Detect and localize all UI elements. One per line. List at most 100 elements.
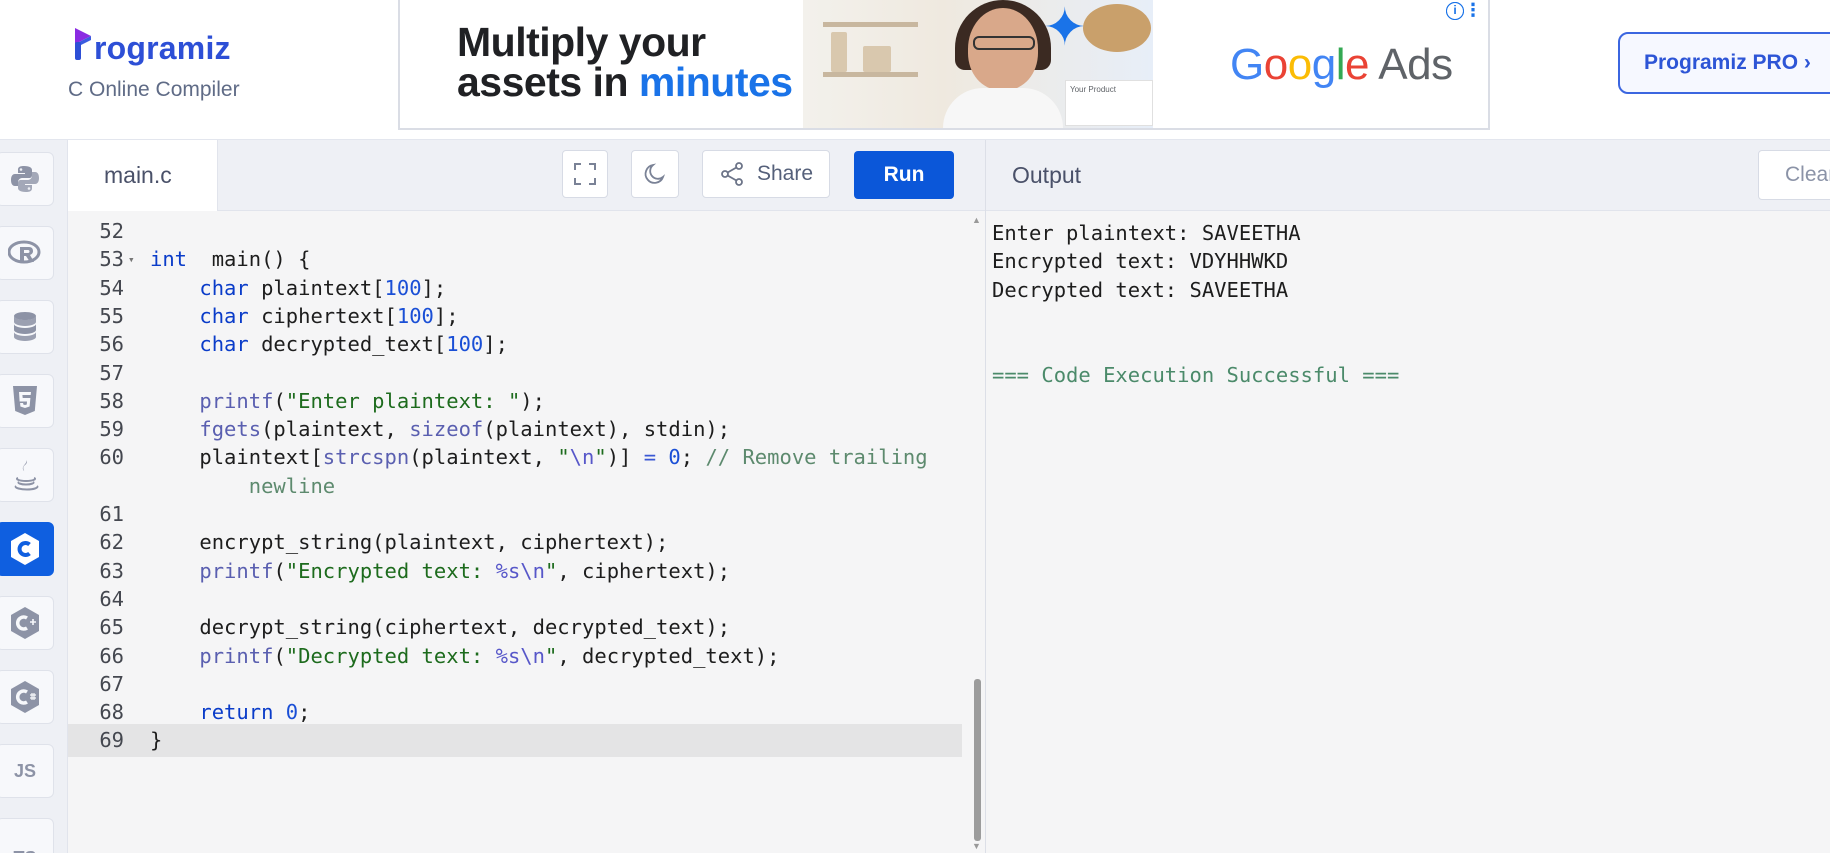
shelf <box>823 22 918 27</box>
ad-headline: Multiply your assets in minutes <box>457 19 793 105</box>
google-wordmark: Google <box>1230 40 1369 89</box>
code-token: main() { <box>187 247 311 272</box>
ad-menu-icon[interactable]: ⋮ <box>1464 1 1482 19</box>
ad-headline-prefix: assets in <box>457 59 639 105</box>
ad-headline-line2: assets in minutes <box>457 59 793 105</box>
code-token: ]; <box>433 303 459 328</box>
r-icon[interactable] <box>0 226 54 280</box>
code-token: char <box>199 332 249 357</box>
run-button[interactable]: Run <box>854 151 954 199</box>
ads-wordmark: Ads <box>1378 40 1453 89</box>
java-icon[interactable] <box>0 448 54 502</box>
code-line[interactable]: 69} <box>68 724 962 758</box>
output-panel: Enter plaintext: SAVEETHA Encrypted text:… <box>986 211 1830 853</box>
language-sidebar: JS TS <box>0 140 68 853</box>
code-token: \n <box>569 445 595 470</box>
logo-mark-icon <box>75 28 91 60</box>
code-token: encrypt_string(plaintext, ciphertext); <box>150 530 669 555</box>
ad-photo: ✦ Your Product <box>803 0 1153 128</box>
code-token: decrypted_text[ <box>248 332 447 357</box>
ad-info-glyph: i <box>1446 2 1464 20</box>
scroll-down-arrow-icon[interactable]: ▼ <box>972 841 981 851</box>
code-token: " <box>557 445 570 470</box>
code-token: )] <box>606 445 644 470</box>
dark-mode-button[interactable] <box>631 150 679 198</box>
code-token: " <box>544 643 558 668</box>
product-card-label: Your Product <box>1070 85 1116 94</box>
code-token: = <box>643 445 657 470</box>
code-token: decrypt_string(ciphertext, decrypted_tex… <box>150 615 731 640</box>
code-token: // Remove trailing <box>705 445 928 470</box>
code-token: } <box>150 728 163 753</box>
code-token: char <box>199 303 249 328</box>
line-number: 69 <box>99 728 124 753</box>
code-editor[interactable]: 52 53 ▾ int main() {54 char plaintext[100];… <box>68 211 986 853</box>
glasses <box>973 36 1035 50</box>
scroll-up-arrow-icon[interactable]: ▲ <box>972 215 981 225</box>
code-token: , ciphertext); <box>557 558 731 583</box>
c-icon[interactable] <box>0 522 54 576</box>
hat-image <box>1083 4 1151 52</box>
code-token: 100 <box>396 303 434 328</box>
ad-headline-line1: Multiply your <box>457 19 706 65</box>
code-token: ]; <box>421 275 447 300</box>
csharp-icon[interactable] <box>0 670 54 724</box>
shelf-vase <box>831 32 847 72</box>
code-text: } <box>150 724 162 757</box>
code-token: 100 <box>446 332 484 357</box>
code-token: (plaintext), stdin); <box>483 417 731 442</box>
code-token: " <box>594 445 607 470</box>
editor-scrollbar-thumb[interactable] <box>974 679 981 841</box>
file-tab-main-c[interactable]: main.c <box>68 140 218 212</box>
cpp-icon[interactable] <box>0 596 54 650</box>
execution-status: === Code Execution Successful === <box>992 362 1400 387</box>
code-token: newline <box>248 473 336 498</box>
code-token: , decrypted_text); <box>557 643 780 668</box>
header: rogramiz C Online Compiler Multiply your… <box>0 0 1830 140</box>
fullscreen-button[interactable] <box>562 150 608 198</box>
code-token: printf <box>199 388 274 413</box>
share-button[interactable]: Share <box>702 150 830 198</box>
product-card: Your Product <box>1065 80 1153 126</box>
code-token: 0 <box>285 700 299 725</box>
code-token: " <box>544 558 558 583</box>
js-icon[interactable]: JS <box>0 744 54 798</box>
code-token: printf <box>199 643 274 668</box>
code-token: ; <box>298 700 311 725</box>
person-body <box>943 88 1063 128</box>
python-icon[interactable] <box>0 152 54 206</box>
js-icon-label: JS <box>13 760 37 781</box>
fullscreen-icon <box>574 163 596 185</box>
programiz-pro-button[interactable]: Programiz PRO › <box>1618 32 1830 94</box>
shelf-box <box>863 46 891 72</box>
ts-icon[interactable]: TS <box>0 818 54 853</box>
share-label: Share <box>756 162 814 185</box>
clear-button[interactable]: Clear <box>1758 150 1830 200</box>
code-token: "Encrypted text: <box>285 558 496 583</box>
code-token: char <box>199 275 249 300</box>
output-title: Output <box>1012 162 1082 188</box>
share-icon <box>721 162 743 186</box>
code-token: %s\n <box>495 643 545 668</box>
code-token: ( <box>273 643 286 668</box>
editor-toolbar: main.c Share Run <box>68 140 986 212</box>
code-token: 100 <box>384 275 422 300</box>
code-token: "Enter plaintext: " <box>285 388 521 413</box>
advertisement-banner[interactable]: Multiply your assets in minutes ✦ Your P… <box>398 0 1490 130</box>
ts-icon-label: TS <box>13 848 36 853</box>
compiler-subtitle: C Online Compiler <box>68 78 240 101</box>
code-token: ); <box>520 388 545 413</box>
html5-icon[interactable] <box>0 374 54 428</box>
code-token: ( <box>273 388 286 413</box>
code-token: (plaintext, <box>261 417 410 442</box>
database-icon[interactable] <box>0 300 54 354</box>
